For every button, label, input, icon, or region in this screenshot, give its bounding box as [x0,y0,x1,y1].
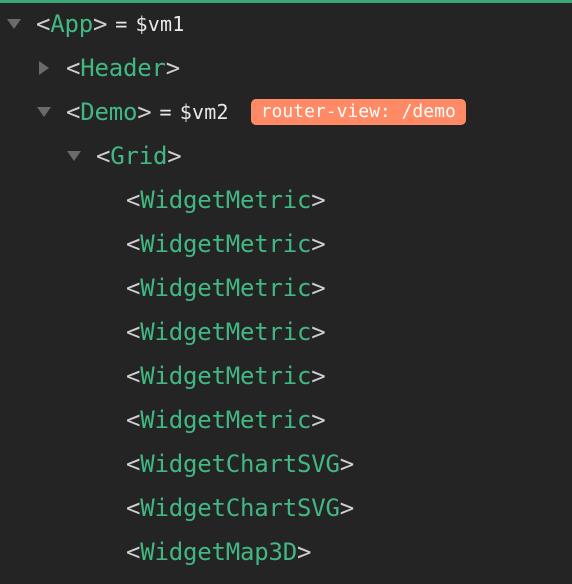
tag-close-bracket: > [297,538,312,566]
component-tag-grid: < Grid > [96,144,182,168]
expand-toggle-demo[interactable] [36,104,52,120]
tree-node-widget[interactable]: < WidgetMetric > [0,222,572,266]
component-name: App [50,10,93,38]
tree-node-widget[interactable]: < WidgetMetric > [0,178,572,222]
component-tree: < App > = $vm1 < Header > < Demo > = $vm… [0,0,572,584]
router-view-badge: router-view: /demo [250,99,466,125]
component-tag-demo: < Demo > [66,100,152,124]
component-tag-widget: < WidgetMetric > [126,408,326,432]
expand-toggle-grid[interactable] [66,148,82,164]
tag-close-bracket: > [167,142,182,170]
component-tag-app: < App > [36,12,107,36]
component-name: Demo [80,98,138,126]
caret-down-icon [7,19,21,29]
component-tag-widget: < WidgetMetric > [126,276,326,300]
component-tag-widget: < WidgetMetric > [126,364,326,388]
tree-node-widget[interactable]: < WidgetMetric > [0,398,572,442]
component-name: WidgetMetric [140,274,312,302]
tree-node-widget[interactable]: < WidgetMetric > [0,310,572,354]
component-name: Grid [110,142,168,170]
tag-open-bracket: < [66,98,81,126]
tag-open-bracket: < [126,230,141,258]
component-name: WidgetMetric [140,186,312,214]
tree-node-widget[interactable]: < WidgetChartSVG > [0,442,572,486]
component-tag-header: < Header > [66,56,180,80]
tag-open-bracket: < [126,450,141,478]
tree-node-widget[interactable]: < WidgetMap3D > [0,530,572,574]
component-name: WidgetMetric [140,406,312,434]
component-name: WidgetMetric [140,318,312,346]
component-name: WidgetChartSVG [140,450,340,478]
caret-right-icon [39,61,49,75]
tag-close-bracket: > [311,274,326,302]
component-tag-widget: < WidgetChartSVG > [126,496,354,520]
tree-node-demo[interactable]: < Demo > = $vm2 router-view: /demo [0,90,572,134]
expand-toggle-app[interactable] [6,16,22,32]
instance-var-name: $vm2 [179,100,229,124]
tag-open-bracket: < [126,362,141,390]
tag-close-bracket: > [311,406,326,434]
tag-open-bracket: < [126,538,141,566]
component-tag-widget: < WidgetMetric > [126,320,326,344]
tag-close-bracket: > [311,362,326,390]
caret-down-icon [67,151,81,161]
component-name: WidgetMetric [140,230,312,258]
component-name: Header [80,54,166,82]
tag-open-bracket: < [126,274,141,302]
component-tag-widget: < WidgetMetric > [126,232,326,256]
tag-open-bracket: < [126,318,141,346]
tag-close-bracket: > [339,494,354,522]
component-name: WidgetMap3D [140,538,297,566]
caret-down-icon [37,107,51,117]
component-name: WidgetMetric [140,362,312,390]
tag-open-bracket: < [126,494,141,522]
instance-var-app: = $vm1 [115,12,184,36]
instance-var-demo: = $vm2 [160,100,229,124]
tree-node-grid[interactable]: < Grid > [0,134,572,178]
tree-node-widget[interactable]: < WidgetMetric > [0,354,572,398]
tree-node-widget[interactable]: < WidgetChartSVG > [0,486,572,530]
tag-close-bracket: > [311,186,326,214]
tag-close-bracket: > [93,10,108,38]
assign-equals: = [115,12,128,36]
tag-open-bracket: < [96,142,111,170]
tag-close-bracket: > [311,318,326,346]
component-name: WidgetChartSVG [140,494,340,522]
expand-toggle-header[interactable] [36,60,52,76]
tree-node-header[interactable]: < Header > [0,46,572,90]
tag-close-bracket: > [311,230,326,258]
tree-node-widget[interactable]: < WidgetMetric > [0,266,572,310]
tag-open-bracket: < [126,406,141,434]
instance-var-name: $vm1 [135,12,185,36]
tag-close-bracket: > [165,54,180,82]
component-tag-widget: < WidgetMetric > [126,188,326,212]
tag-close-bracket: > [339,450,354,478]
tag-open-bracket: < [36,10,51,38]
tag-close-bracket: > [137,98,152,126]
tag-open-bracket: < [126,186,141,214]
component-tag-widget: < WidgetMap3D > [126,540,311,564]
tag-open-bracket: < [66,54,81,82]
tree-node-app[interactable]: < App > = $vm1 [0,2,572,46]
assign-equals: = [159,100,172,124]
component-tag-widget: < WidgetChartSVG > [126,452,354,476]
